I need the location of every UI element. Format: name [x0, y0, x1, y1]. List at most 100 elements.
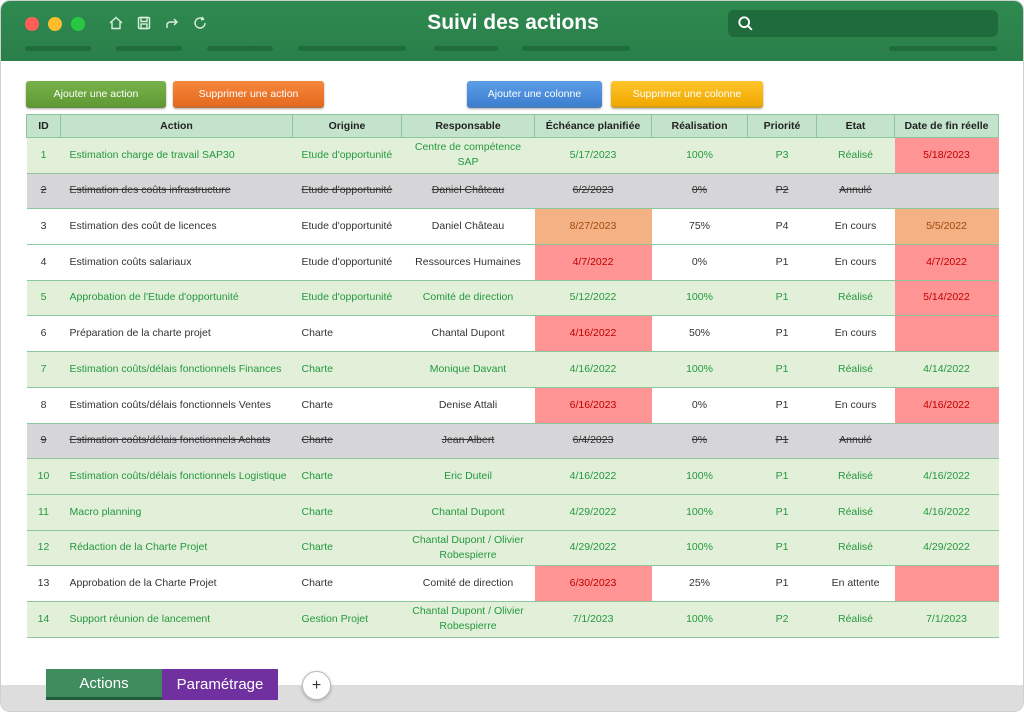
- cell-origine[interactable]: Charte: [292, 351, 402, 388]
- cell-etat[interactable]: En cours: [816, 208, 895, 246]
- cell-fin[interactable]: 4/29/2022: [894, 530, 999, 567]
- cell-realisation[interactable]: 0%: [651, 423, 748, 460]
- cell-responsable[interactable]: Chantal Dupont / Olivier Robespierre: [401, 601, 535, 638]
- cell-action[interactable]: Approbation de la Charte Projet: [60, 565, 293, 602]
- close-window-button[interactable]: [25, 17, 39, 31]
- cell-responsable[interactable]: Daniel Château: [401, 173, 535, 210]
- cell-id[interactable]: 10: [26, 458, 61, 495]
- cell-echeance[interactable]: 7/1/2023: [534, 601, 652, 638]
- table-row[interactable]: 13 Approbation de la Charte Projet Charte C…: [26, 565, 999, 602]
- header-realisation[interactable]: Réalisation: [651, 114, 748, 138]
- cell-echeance[interactable]: 5/12/2022: [534, 280, 652, 317]
- cell-origine[interactable]: Charte: [292, 565, 402, 602]
- maximize-window-button[interactable]: [71, 17, 85, 31]
- cell-responsable[interactable]: Chantal Dupont: [401, 315, 535, 353]
- cell-id[interactable]: 4: [26, 244, 61, 281]
- table-row[interactable]: 9 Estimation coûts/délais fonctionnels Ac…: [26, 423, 999, 460]
- cell-realisation[interactable]: 100%: [651, 494, 748, 531]
- cell-action[interactable]: Estimation coûts/délais fonctionnels Log…: [60, 458, 293, 495]
- header-echeance[interactable]: Échéance planifiée: [534, 114, 652, 138]
- cell-origine[interactable]: Charte: [292, 423, 402, 460]
- cell-echeance[interactable]: 4/29/2022: [534, 494, 652, 531]
- tab-actions[interactable]: Actions: [46, 669, 162, 700]
- table-row[interactable]: 8 Estimation coûts/délais fonctionnels Ve…: [26, 387, 999, 424]
- cell-id[interactable]: 11: [26, 494, 61, 531]
- cell-priorite[interactable]: P1: [747, 387, 817, 424]
- home-icon[interactable]: [107, 13, 125, 33]
- cell-action[interactable]: Approbation de l'Etude d'opportunité: [60, 280, 293, 317]
- cell-realisation[interactable]: 100%: [651, 601, 748, 638]
- cell-responsable[interactable]: Eric Duteil: [401, 458, 535, 495]
- cell-fin[interactable]: [894, 565, 999, 602]
- cell-priorite[interactable]: P1: [747, 494, 817, 531]
- cell-origine[interactable]: Charte: [292, 458, 402, 495]
- cell-echeance[interactable]: 4/7/2022: [534, 244, 652, 281]
- cell-etat[interactable]: En cours: [816, 244, 895, 281]
- save-icon[interactable]: [135, 13, 153, 33]
- cell-id[interactable]: 3: [26, 208, 61, 246]
- cell-etat[interactable]: Réalisé: [816, 137, 895, 174]
- cell-responsable[interactable]: Daniel Château: [401, 208, 535, 246]
- cell-realisation[interactable]: 75%: [651, 208, 748, 246]
- cell-priorite[interactable]: P1: [747, 351, 817, 388]
- cell-action[interactable]: Estimation des coût de licences: [60, 208, 293, 246]
- cell-origine[interactable]: Gestion Projet: [292, 601, 402, 638]
- cell-echeance[interactable]: 6/16/2023: [534, 387, 652, 424]
- cell-origine[interactable]: Charte: [292, 530, 402, 567]
- header-action[interactable]: Action: [60, 114, 293, 138]
- cell-action[interactable]: Support réunion de lancement: [60, 601, 293, 638]
- table-row[interactable]: 6 Préparation de la charte projet Charte Ch…: [26, 315, 999, 353]
- cell-responsable[interactable]: Comité de direction: [401, 280, 535, 317]
- cell-realisation[interactable]: 0%: [651, 173, 748, 210]
- cell-priorite[interactable]: P1: [747, 530, 817, 567]
- cell-responsable[interactable]: Jean Albert: [401, 423, 535, 460]
- cell-action[interactable]: Estimation des coûts infrastructure: [60, 173, 293, 210]
- cell-id[interactable]: 12: [26, 530, 61, 567]
- cell-fin[interactable]: 4/16/2022: [894, 387, 999, 424]
- cell-id[interactable]: 14: [26, 601, 61, 638]
- cell-etat[interactable]: En cours: [816, 315, 895, 353]
- cell-fin[interactable]: 5/5/2022: [894, 208, 999, 246]
- cell-id[interactable]: 6: [26, 315, 61, 353]
- add-action-button[interactable]: Ajouter une action: [26, 81, 166, 108]
- cell-action[interactable]: Estimation charge de travail SAP30: [60, 137, 293, 174]
- cell-etat[interactable]: Réalisé: [816, 458, 895, 495]
- cell-echeance[interactable]: 6/4/2023: [534, 423, 652, 460]
- header-responsable[interactable]: Responsable: [401, 114, 535, 138]
- cell-echeance[interactable]: 4/29/2022: [534, 530, 652, 567]
- share-icon[interactable]: [163, 13, 181, 33]
- table-row[interactable]: 4 Estimation coûts salariaux Etude d'oppor…: [26, 244, 999, 281]
- cell-realisation[interactable]: 0%: [651, 244, 748, 281]
- delete-column-button[interactable]: Supprimer une colonne: [611, 81, 763, 108]
- cell-priorite[interactable]: P1: [747, 315, 817, 353]
- header-etat[interactable]: Etat: [816, 114, 895, 138]
- cell-echeance[interactable]: 5/17/2023: [534, 137, 652, 174]
- cell-fin[interactable]: 4/14/2022: [894, 351, 999, 388]
- cell-priorite[interactable]: P1: [747, 280, 817, 317]
- cell-echeance[interactable]: 4/16/2022: [534, 351, 652, 388]
- cell-echeance[interactable]: 6/2/2023: [534, 173, 652, 210]
- cell-etat[interactable]: En attente: [816, 565, 895, 602]
- header-id[interactable]: ID: [26, 114, 61, 138]
- cell-etat[interactable]: En cours: [816, 387, 895, 424]
- cell-responsable[interactable]: Chantal Dupont: [401, 494, 535, 531]
- header-origine[interactable]: Origine: [292, 114, 402, 138]
- cell-echeance[interactable]: 4/16/2022: [534, 458, 652, 495]
- header-priorite[interactable]: Priorité: [747, 114, 817, 138]
- cell-responsable[interactable]: Monique Davant: [401, 351, 535, 388]
- cell-action[interactable]: Macro planning: [60, 494, 293, 531]
- cell-etat[interactable]: Réalisé: [816, 530, 895, 567]
- cell-etat[interactable]: Réalisé: [816, 601, 895, 638]
- cell-action[interactable]: Estimation coûts/délais fonctionnels Ven…: [60, 387, 293, 424]
- cell-fin[interactable]: 4/7/2022: [894, 244, 999, 281]
- cell-realisation[interactable]: 100%: [651, 530, 748, 567]
- cell-id[interactable]: 5: [26, 280, 61, 317]
- search-box[interactable]: [728, 10, 998, 37]
- tab-parametrage[interactable]: Paramétrage: [162, 669, 278, 700]
- cell-realisation[interactable]: 0%: [651, 387, 748, 424]
- cell-realisation[interactable]: 100%: [651, 280, 748, 317]
- cell-id[interactable]: 7: [26, 351, 61, 388]
- cell-priorite[interactable]: P3: [747, 137, 817, 174]
- cell-fin[interactable]: [894, 315, 999, 353]
- cell-id[interactable]: 13: [26, 565, 61, 602]
